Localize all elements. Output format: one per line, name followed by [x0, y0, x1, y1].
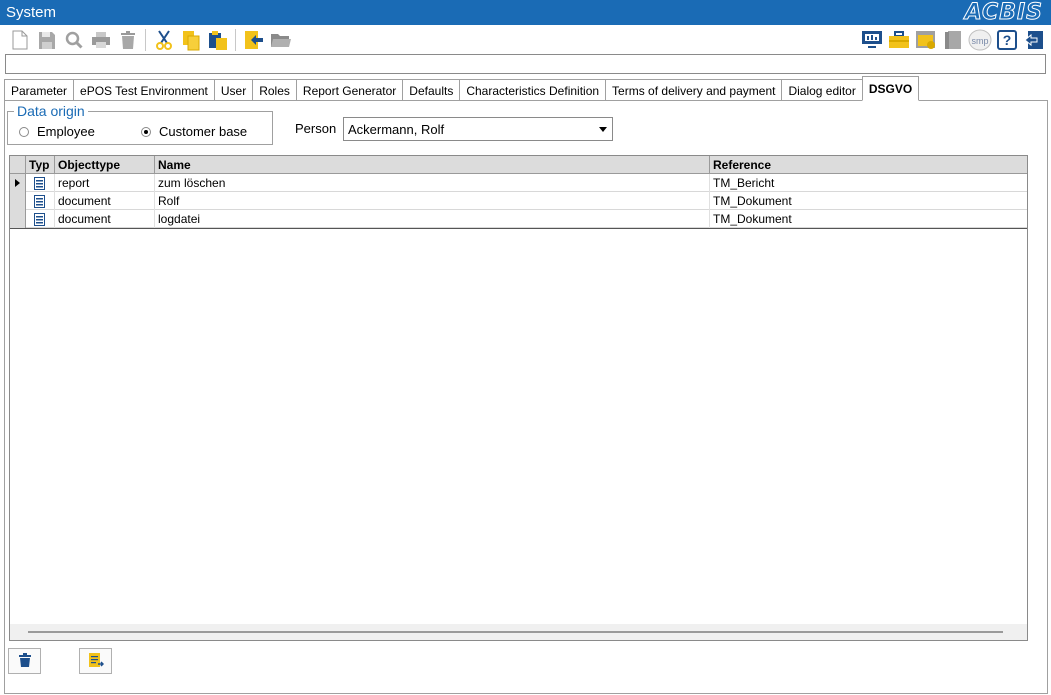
cell-name[interactable]: zum löschen: [155, 174, 710, 192]
tab-parameter[interactable]: Parameter: [4, 79, 75, 101]
trash-icon: [18, 652, 31, 670]
radio-employee-indicator[interactable]: [19, 126, 29, 137]
delete-record-button[interactable]: [8, 648, 41, 674]
cell-reference[interactable]: TM_Bericht: [710, 174, 1027, 192]
brand-logo: ACBIS: [964, 0, 1043, 26]
tab-epos-test-environment[interactable]: ePOS Test Environment: [73, 79, 215, 101]
search-icon[interactable]: [60, 27, 87, 54]
row-indicator[interactable]: [10, 210, 26, 228]
radio-employee-label: Employee: [37, 124, 95, 139]
radio-customer-base-label: Customer base: [159, 124, 248, 139]
toolbar: smp ?: [0, 25, 1051, 55]
open-folder-icon[interactable]: [267, 27, 294, 54]
cut-icon[interactable]: [150, 27, 177, 54]
person-value: Ackermann, Rolf: [348, 121, 445, 137]
grid-header: Typ Objecttype Name Reference: [10, 156, 1027, 174]
tab-strip: Parameter ePOS Test Environment User Rol…: [4, 76, 920, 101]
cell-reference[interactable]: TM_Dokument: [710, 192, 1027, 210]
tab-characteristics-definition[interactable]: Characteristics Definition: [459, 79, 607, 101]
print-icon[interactable]: [87, 27, 114, 54]
person-dropdown[interactable]: Ackermann, Rolf: [343, 117, 613, 141]
column-header-objecttype[interactable]: Objecttype: [55, 156, 155, 174]
report-icon: [26, 174, 55, 192]
header-indicator: [10, 156, 26, 174]
row-indicator[interactable]: [10, 174, 26, 192]
svg-text:?: ?: [1002, 32, 1011, 48]
cell-name[interactable]: Rolf: [155, 192, 710, 210]
radio-customer-base[interactable]: Customer base: [141, 124, 247, 139]
data-origin-legend: Data origin: [17, 103, 85, 119]
horizontal-scrollbar[interactable]: [10, 624, 1027, 640]
delete-icon[interactable]: [114, 27, 141, 54]
cell-reference[interactable]: TM_Dokument: [710, 210, 1027, 228]
tab-dialog-editor[interactable]: Dialog editor: [781, 79, 863, 101]
cell-objecttype[interactable]: report: [55, 174, 155, 192]
briefcase-icon[interactable]: [885, 27, 912, 54]
export-record-button[interactable]: [79, 648, 112, 674]
toolbar-separator: [235, 29, 236, 51]
copy-icon[interactable]: [177, 27, 204, 54]
command-input[interactable]: [5, 54, 1046, 74]
toolbar-right: smp ?: [858, 25, 1047, 55]
document-icon: [26, 192, 55, 210]
document-export-icon: [88, 652, 104, 671]
tab-defaults[interactable]: Defaults: [402, 79, 461, 101]
svg-text:smp: smp: [971, 36, 988, 46]
help-icon[interactable]: ?: [993, 27, 1020, 54]
title-bar: System ACBIS: [0, 0, 1051, 26]
tab-report-generator[interactable]: Report Generator: [295, 79, 404, 101]
row-indicator[interactable]: [10, 192, 26, 210]
tab-roles[interactable]: Roles: [252, 79, 297, 101]
save-icon[interactable]: [33, 27, 60, 54]
exit-icon[interactable]: [1020, 27, 1047, 54]
grid-end-line: [10, 228, 1027, 229]
table-row[interactable]: document Rolf TM_Dokument: [10, 192, 1027, 210]
tab-dsgvo[interactable]: DSGVO: [861, 76, 920, 101]
column-header-reference[interactable]: Reference: [710, 156, 1027, 174]
paste-icon[interactable]: [204, 27, 231, 54]
column-header-name[interactable]: Name: [155, 156, 710, 174]
export-icon[interactable]: [240, 27, 267, 54]
window-title: System: [6, 4, 57, 21]
cell-objecttype[interactable]: document: [55, 192, 155, 210]
cell-name[interactable]: logdatei: [155, 210, 710, 228]
table-row[interactable]: report zum löschen TM_Bericht: [10, 174, 1027, 192]
smp-icon[interactable]: smp: [966, 27, 993, 54]
document-icon: [26, 210, 55, 228]
scrollbar-thumb[interactable]: [28, 631, 1003, 633]
cell-objecttype[interactable]: document: [55, 210, 155, 228]
tab-terms-of-delivery-and-payment[interactable]: Terms of delivery and payment: [605, 79, 783, 101]
monitor-icon[interactable]: [858, 27, 885, 54]
radio-customer-base-indicator[interactable]: [141, 126, 151, 137]
radio-employee[interactable]: Employee: [19, 124, 95, 139]
column-header-type[interactable]: Typ: [26, 156, 55, 174]
new-document-icon[interactable]: [6, 27, 33, 54]
book-icon[interactable]: [939, 27, 966, 54]
chevron-down-icon[interactable]: [594, 118, 612, 140]
person-label: Person: [295, 121, 337, 136]
table-row[interactable]: document logdatei TM_Dokument: [10, 210, 1027, 228]
tab-user[interactable]: User: [213, 79, 254, 101]
window-settings-icon[interactable]: [912, 27, 939, 54]
toolbar-separator: [145, 29, 146, 51]
objects-grid[interactable]: Typ Objecttype Name Reference report zum…: [9, 155, 1028, 641]
